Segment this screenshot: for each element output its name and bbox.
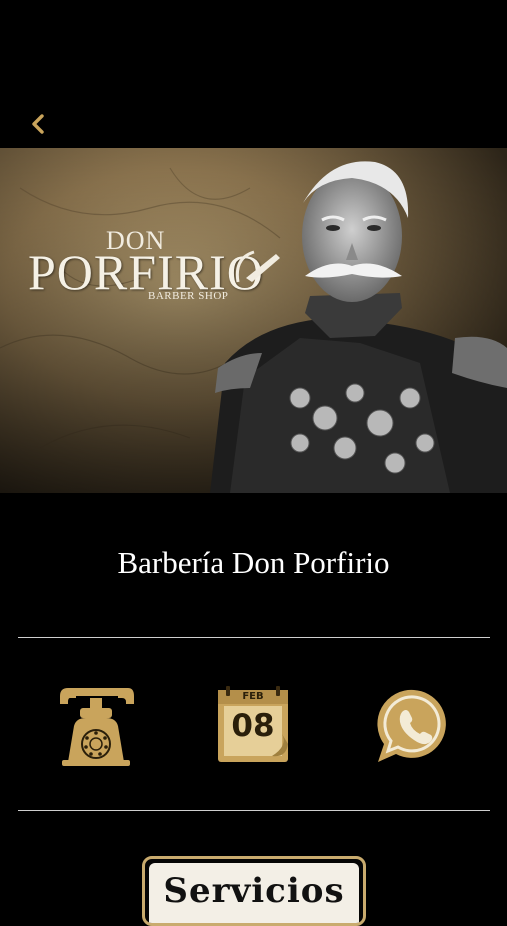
divider (18, 810, 490, 811)
whatsapp-button[interactable] (374, 684, 454, 768)
divider (18, 637, 490, 638)
hero-banner: DON PORFIRIO BARBER SHOP (0, 148, 507, 493)
chevron-left-icon (32, 114, 44, 134)
calendar-day: 08 (231, 708, 275, 744)
hero-background (0, 148, 507, 493)
services-button[interactable]: Servicios (142, 856, 366, 926)
back-button[interactable] (22, 108, 54, 140)
phone-button[interactable] (56, 684, 136, 768)
razor-icon (235, 250, 280, 283)
logo-sub-text: BARBER SHOP (148, 290, 229, 302)
services-button-label: Servicios (163, 871, 345, 911)
calendar-button[interactable]: FEB 08 (214, 684, 294, 768)
business-name: Barbería Don Porfirio (117, 545, 390, 580)
calendar-month: FEB (242, 691, 264, 702)
logo-main-text: PORFIRIO (28, 244, 264, 300)
vintage-phone-icon (60, 688, 134, 766)
top-bar (0, 0, 507, 148)
whatsapp-icon (377, 689, 446, 762)
